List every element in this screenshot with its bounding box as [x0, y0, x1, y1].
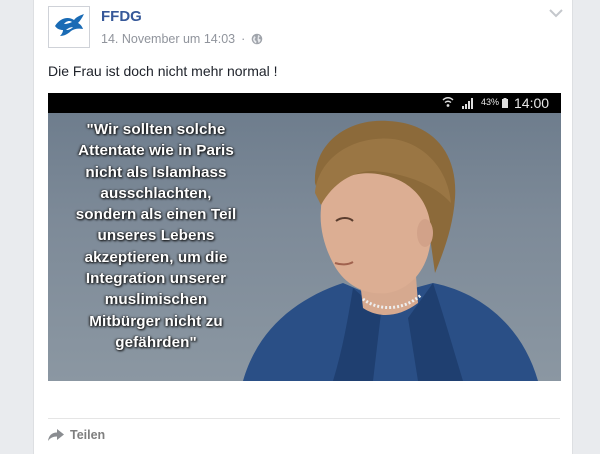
status-time: 14:00: [514, 95, 550, 111]
globe-icon[interactable]: [251, 33, 263, 45]
share-arrow-icon: [48, 429, 64, 441]
portrait-image: [243, 120, 538, 381]
signal-icon: [462, 98, 473, 109]
post-card: FFDG 14. November um 14:03 · Die Frau is…: [33, 0, 573, 454]
dove-logo-icon: [55, 14, 84, 36]
page-avatar[interactable]: [48, 6, 90, 48]
divider: [48, 418, 560, 419]
post-photo[interactable]: 43% 14:00 "Wir sollten solche Attentate …: [48, 93, 561, 381]
post-timestamp[interactable]: 14. November um 14:03: [101, 32, 235, 46]
chevron-down-icon[interactable]: [548, 6, 564, 20]
quote-text: "Wir sollten solche Attentate wie in Par…: [75, 121, 237, 351]
page-name-link[interactable]: FFDG: [101, 8, 142, 25]
wifi-icon: [442, 97, 454, 107]
battery-percent: 43%: [481, 97, 500, 107]
phone-status-bar: 43% 14:00: [48, 93, 561, 113]
meta-separator: ·: [241, 32, 246, 46]
share-button[interactable]: Teilen: [48, 428, 105, 442]
post-meta: 14. November um 14:03 ·: [101, 32, 263, 46]
post-text: Die Frau ist doch nicht mehr normal !: [48, 63, 278, 79]
share-label: Teilen: [70, 428, 106, 442]
battery-icon: [502, 98, 508, 108]
